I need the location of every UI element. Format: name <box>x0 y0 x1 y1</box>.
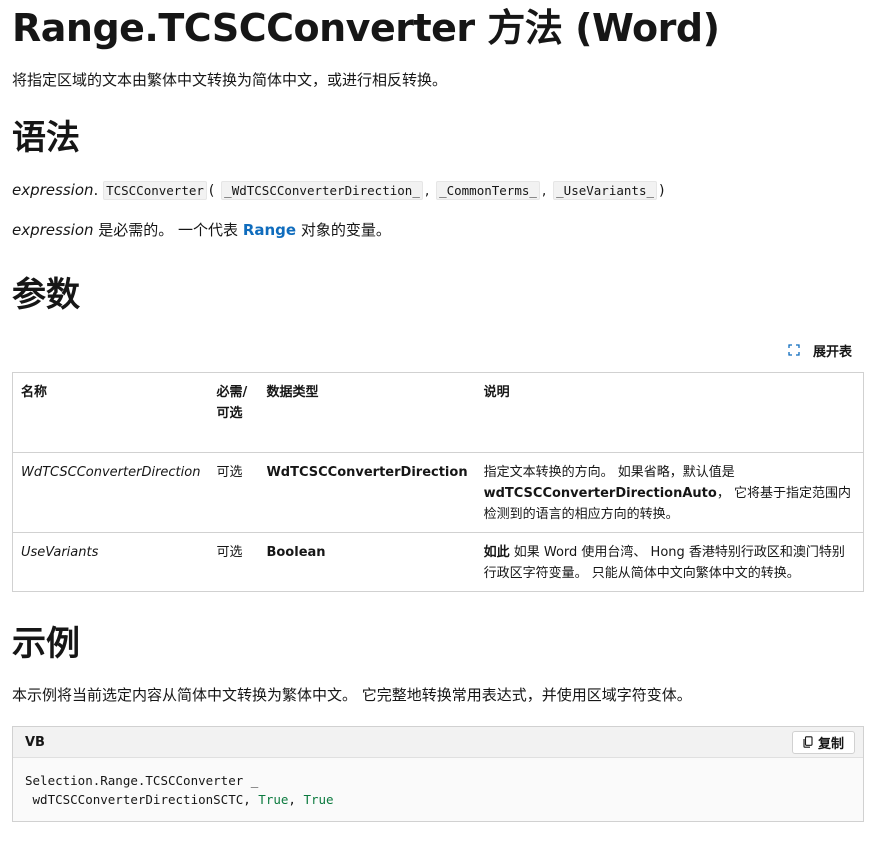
column-header-name: 名称 <box>12 372 209 453</box>
table-header-row: 名称 必需/可选 数据类型 说明 <box>12 372 864 453</box>
param-desc-text: 如果 Word 使用台湾、 Hong 香港特别行政区和澳门特别行政区字符变量。 … <box>483 545 845 581</box>
syntax-close-paren: ) <box>659 183 665 199</box>
expand-icon <box>788 344 800 356</box>
code-keyword: True <box>258 792 289 807</box>
syntax-expression: expression <box>12 181 94 199</box>
param-description: 指定文本转换的方向。 如果省略，默认值是 wdTCSCConverterDire… <box>475 452 864 533</box>
column-header-required: 必需/可选 <box>208 372 259 453</box>
page-summary: 将指定区域的文本由繁体中文转换为简体中文，或进行相反转换。 <box>12 71 448 89</box>
code-header: VB 复制 <box>13 727 863 758</box>
expression-text-before: 是必需的。 一个代表 <box>93 221 243 239</box>
table-row: WdTCSCConverterDirection 可选 WdTCSCConver… <box>12 452 864 533</box>
expand-table-button[interactable]: 展开表 <box>12 339 864 361</box>
copy-icon <box>803 736 813 748</box>
syntax-separator: , <box>424 183 430 199</box>
expression-description: expression 是必需的。 一个代表 Range 对象的变量。 <box>12 219 864 241</box>
column-header-description: 说明 <box>475 372 864 453</box>
expand-table-label: 展开表 <box>812 344 852 360</box>
parameters-heading: 参数 <box>12 275 80 315</box>
code-line: Selection.Range.TCSCConverter _ <box>25 773 259 788</box>
column-header-type: 数据类型 <box>258 372 476 453</box>
table-row: UseVariants 可选 Boolean 如此 如果 Word 使用台湾、 … <box>12 532 864 592</box>
syntax-param-commonterms: _CommonTerms_ <box>436 181 540 200</box>
syntax-open-paren: ( <box>208 183 215 199</box>
param-required: 可选 <box>208 452 259 533</box>
param-type: Boolean <box>258 532 476 592</box>
code-line-prefix: wdTCSCConverterDirectionSCTC, <box>25 792 259 807</box>
param-name: UseVariants <box>12 532 209 592</box>
code-separator: , <box>288 792 304 807</box>
article: Range.TCSCConverter 方法 (Word) 将指定区域的文本由繁… <box>0 0 876 822</box>
copy-button[interactable]: 复制 <box>791 730 855 754</box>
syntax-param-usevariants: _UseVariants_ <box>553 181 657 200</box>
syntax-separator: , <box>541 183 547 199</box>
param-name: WdTCSCConverterDirection <box>12 452 209 533</box>
param-required: 可选 <box>208 532 259 592</box>
code-keyword: True <box>303 792 334 807</box>
syntax-heading: 语法 <box>12 118 80 158</box>
copy-label: 复制 <box>817 735 844 751</box>
example-description: 本示例将当前选定内容从简体中文转换为繁体中文。 它完整地转换常用表达式，并使用区… <box>12 686 692 704</box>
syntax-dot: . <box>93 181 99 199</box>
syntax-method: TCSCConverter <box>103 181 207 200</box>
param-desc-bold: 如此 <box>483 545 510 560</box>
code-content: Selection.Range.TCSCConverter _ wdTCSCCo… <box>13 758 863 821</box>
param-desc-text: 指定文本转换的方向。 如果省略，默认值是 <box>483 465 735 480</box>
syntax-param-direction: _WdTCSCConverterDirection_ <box>221 181 423 200</box>
syntax-signature: expression. TCSCConverter( _WdTCSCConver… <box>12 178 864 203</box>
code-block: VB 复制 Selection.Range.TCSCConverter _ wd… <box>12 726 864 822</box>
range-link[interactable]: Range <box>243 221 296 239</box>
code-language: VB <box>25 734 45 750</box>
param-desc-bold: wdTCSCConverterDirectionAuto <box>483 486 717 501</box>
parameters-table: 名称 必需/可选 数据类型 说明 WdTCSCConverterDirectio… <box>12 372 864 592</box>
page-title: Range.TCSCConverter 方法 (Word) <box>12 6 720 50</box>
param-description: 如此 如果 Word 使用台湾、 Hong 香港特别行政区和澳门特别行政区字符变… <box>475 532 864 592</box>
example-heading: 示例 <box>12 624 80 664</box>
expression-word: expression <box>12 221 94 239</box>
param-type: WdTCSCConverterDirection <box>258 452 476 533</box>
expression-text-after: 对象的变量。 <box>296 221 391 239</box>
